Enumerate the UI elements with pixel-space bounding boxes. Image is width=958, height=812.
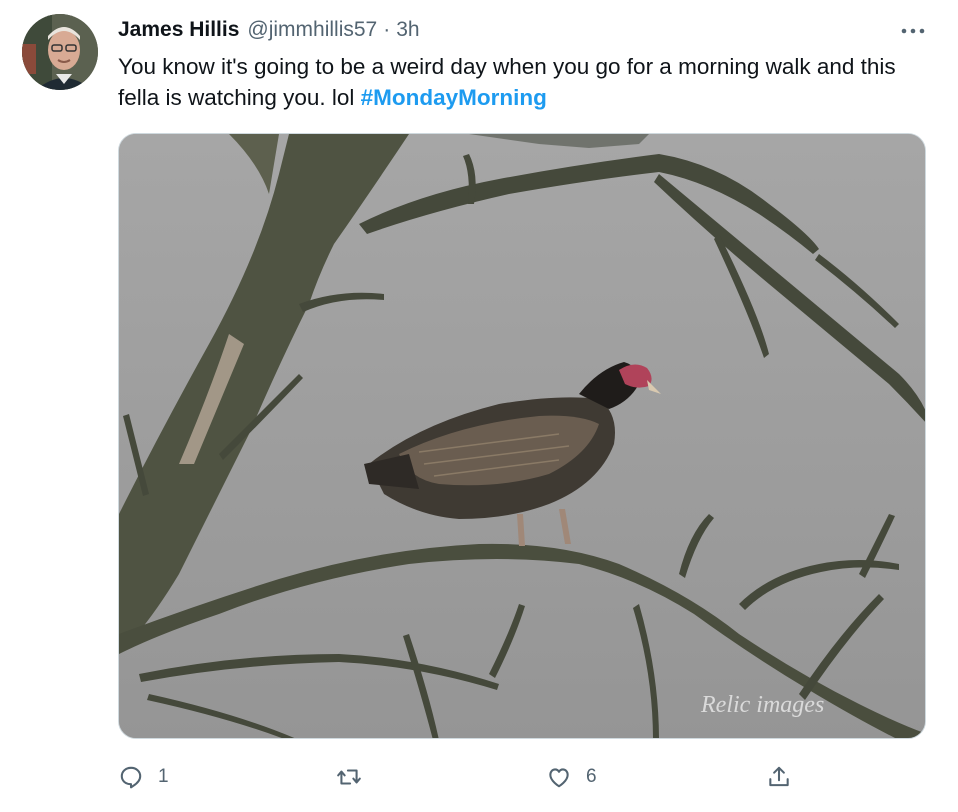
reply-icon (120, 766, 142, 789)
author-handle[interactable]: @jimmhillis57 (247, 18, 377, 42)
more-options-button[interactable] (898, 18, 928, 44)
hashtag-link[interactable]: #MondayMorning (361, 85, 547, 110)
retweet-icon (337, 769, 361, 785)
share-button[interactable] (766, 760, 792, 794)
reply-count: 1 (158, 766, 169, 787)
tweet-photo[interactable]: Relic images (118, 133, 926, 739)
like-count: 6 (586, 766, 597, 787)
author-name[interactable]: James Hillis (118, 18, 239, 42)
retweet-button[interactable] (336, 760, 376, 794)
more-icon (901, 28, 925, 34)
tweet-actions: 1 6 (118, 760, 818, 794)
media-watermark: Relic images (700, 692, 824, 718)
like-button[interactable]: 6 (546, 760, 597, 794)
share-icon (769, 766, 789, 787)
reply-button[interactable]: 1 (118, 760, 169, 794)
tweet-timestamp[interactable]: 3h (396, 18, 419, 42)
author-avatar[interactable] (22, 14, 98, 90)
tweet-header: James Hillis @jimmhillis57 · 3h (118, 16, 420, 44)
tweet-text: You know it's going to be a weird day wh… (118, 51, 938, 113)
like-icon (549, 768, 569, 788)
separator-dot: · (383, 18, 391, 41)
